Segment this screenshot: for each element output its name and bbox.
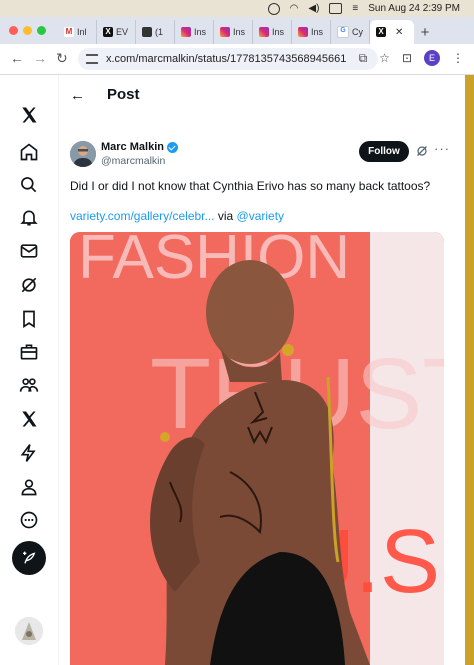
verified-orgs-bolt-icon[interactable] [17, 441, 41, 465]
author-handle[interactable]: @marcmalkin [101, 155, 165, 167]
forward-arrow-icon[interactable]: → [33, 50, 47, 66]
window-controls [9, 26, 46, 35]
notifications-bell-icon[interactable] [17, 206, 41, 230]
bookmark-star-icon[interactable]: ☆ [379, 51, 390, 65]
instagram-icon [181, 27, 191, 37]
close-tab-icon[interactable]: ✕ [395, 27, 403, 38]
instagram-icon [259, 27, 269, 37]
photo-cynthia-erivo: FASHION TRUST U.S [70, 232, 444, 665]
via-text: via [217, 209, 234, 223]
left-sidebar [0, 75, 59, 665]
minimize-window-button[interactable] [23, 26, 32, 35]
profile-person-icon[interactable] [17, 475, 41, 499]
tab-active[interactable]: X ✕ [370, 20, 414, 44]
verified-badge-icon [166, 141, 178, 153]
account-avatar[interactable] [15, 617, 43, 645]
reload-icon[interactable]: ↻ [56, 50, 68, 67]
tab[interactable]: M Inl [58, 20, 97, 44]
toolbar-actions: ⧉ ☆ ⊡ E ⋮ [359, 50, 464, 66]
volume-icon[interactable]: ◀) [308, 3, 319, 14]
more-options-icon[interactable]: ··· [434, 141, 450, 156]
tabs: M Inl X EV (1 Ins Ins Ins Ins G Cy X ✕ + [58, 20, 474, 44]
play-icon[interactable] [267, 2, 280, 15]
tweet-photo[interactable]: FASHION TRUST U.S [70, 232, 444, 665]
url-text: x.com/marcmalkin/status/1778135743568945… [106, 53, 347, 65]
author-name[interactable]: Marc Malkin [101, 141, 178, 153]
tab[interactable]: Ins [292, 20, 331, 44]
battery-icon[interactable] [329, 3, 343, 14]
site-settings-icon[interactable] [86, 54, 98, 64]
search-icon[interactable] [17, 173, 41, 197]
control-center-icon[interactable]: ≡ [352, 3, 358, 14]
bookmarks-icon[interactable] [17, 307, 41, 331]
google-icon: G [337, 26, 349, 38]
grok-icon[interactable] [17, 273, 41, 297]
jobs-briefcase-icon[interactable] [17, 340, 41, 364]
main-column: ← Post Marc Malkin @marcmalkin Follow ··… [58, 75, 465, 665]
ev-icon [142, 27, 152, 37]
gmail-icon: M [64, 27, 74, 37]
tweet-link-line: variety.com/gallery/celebr... via @varie… [70, 209, 284, 223]
tab[interactable]: (1 [136, 20, 175, 44]
messages-envelope-icon[interactable] [17, 239, 41, 263]
menu-kebab-icon[interactable]: ⋮ [452, 51, 464, 65]
tab[interactable]: Ins [253, 20, 292, 44]
tab[interactable]: G Cy [331, 20, 370, 44]
address-bar[interactable]: x.com/marcmalkin/status/1778135743568945… [78, 48, 378, 70]
x-logo-icon: X [376, 27, 386, 37]
post-header: ← Post [58, 75, 465, 118]
follow-button[interactable]: Follow [359, 141, 409, 162]
page-title: Post [107, 86, 140, 103]
back-arrow-icon[interactable]: ← [10, 50, 24, 66]
article-link[interactable]: variety.com/gallery/celebr... [70, 209, 215, 223]
instagram-icon [220, 27, 230, 37]
screen: ◠ ◀) ≡ Sun Aug 24 2:39 PM M Inl X EV (1 In… [0, 0, 474, 665]
compose-post-button[interactable] [12, 541, 46, 575]
page-scrollbar[interactable] [465, 75, 474, 665]
x-page: ← Post Marc Malkin @marcmalkin Follow ··… [0, 75, 465, 665]
tab[interactable]: Ins [175, 20, 214, 44]
new-tab-button[interactable]: + [414, 20, 436, 44]
install-app-icon[interactable]: ⧉ [359, 51, 368, 66]
clock[interactable]: Sun Aug 24 2:39 PM [368, 3, 460, 14]
feather-plus-icon [23, 551, 36, 564]
search-tabs-icon[interactable]: ⊡ [402, 51, 412, 65]
author-avatar[interactable] [70, 141, 96, 167]
tab[interactable]: X EV [97, 20, 136, 44]
premium-x-icon[interactable] [17, 407, 41, 431]
mac-menubar: ◠ ◀) ≡ Sun Aug 24 2:39 PM [0, 0, 474, 17]
mention-link[interactable]: @variety [237, 209, 285, 223]
zoom-window-button[interactable] [37, 26, 46, 35]
home-icon[interactable] [17, 140, 41, 164]
browser-toolbar: ← → ↻ x.com/marcmalkin/status/1778135743… [0, 44, 474, 75]
instagram-icon [298, 27, 308, 37]
profile-avatar[interactable]: E [424, 50, 440, 66]
more-circle-icon[interactable] [17, 508, 41, 532]
tweet-text: Did I or did I not know that Cynthia Eri… [70, 179, 431, 193]
grok-icon[interactable] [416, 145, 428, 157]
back-arrow-icon[interactable]: ← [70, 87, 85, 104]
wifi-icon[interactable]: ◠ [290, 3, 299, 14]
close-window-button[interactable] [9, 26, 18, 35]
x-logo-icon[interactable] [17, 103, 41, 127]
communities-icon[interactable] [17, 373, 41, 397]
tab-strip: M Inl X EV (1 Ins Ins Ins Ins G Cy X ✕ + [0, 17, 474, 44]
x-logo-icon: X [103, 27, 113, 37]
tab[interactable]: Ins [214, 20, 253, 44]
